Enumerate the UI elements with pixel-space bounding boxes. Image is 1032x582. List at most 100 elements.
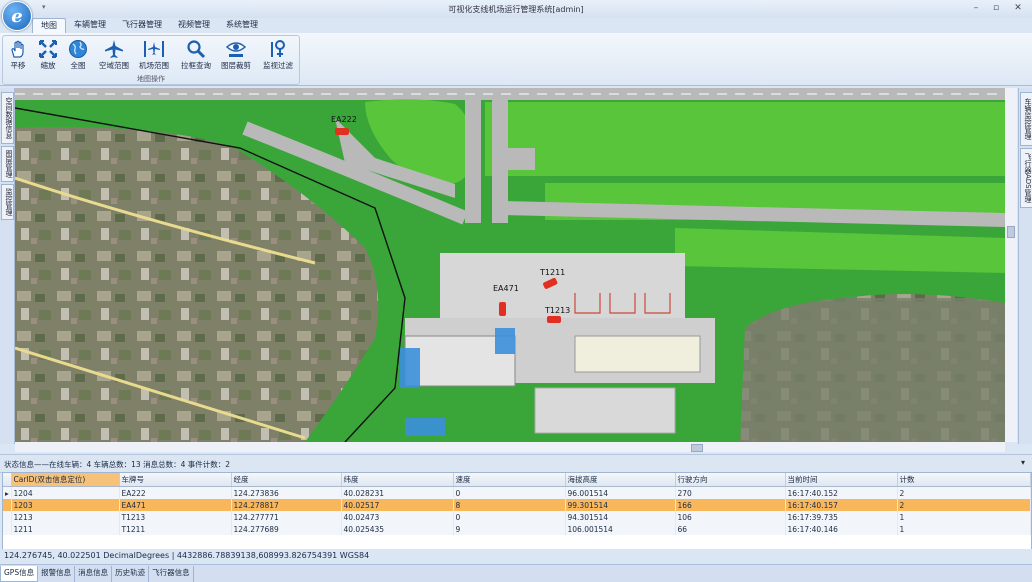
table-cell: 96.001514 [565, 486, 676, 499]
map-canvas[interactable]: EA222 T1211 EA471 T1213 [15, 88, 1005, 442]
gps-data-grid: CarID(双击信息定位) 车牌号 经度 纬度 速度 海拔高度 行驶方向 当前时… [2, 472, 1032, 550]
table-cell: 2 [897, 499, 1031, 511]
vehicle-label-t1211: T1211 [539, 268, 565, 277]
pan-button[interactable]: 平移 [5, 39, 31, 75]
coordinate-readout: 124.276745, 40.022501 DecimalDegrees | 4… [4, 551, 370, 560]
row-indicator[interactable]: ▸ [3, 486, 12, 499]
table-row[interactable]: ▸ 1204 EA222 124.273836 40.028231 0 96.001514 2… [3, 486, 1031, 499]
full-extent-button[interactable]: 全图 [65, 39, 91, 75]
side-tab-spatial-data[interactable]: 空间数据信息 [1, 92, 14, 144]
pin-icon[interactable]: ▾ [1021, 458, 1025, 467]
tab-alarm-info[interactable]: 报警信息 [38, 566, 76, 582]
satellite-area-right [735, 298, 1005, 442]
table-cell: 94.301514 [565, 511, 676, 523]
column-header-latitude[interactable]: 纬度 [341, 473, 454, 487]
tab-video-management[interactable]: 视频管理 [170, 18, 218, 33]
airport-range-icon [144, 41, 164, 57]
vehicle-label-t1213: T1213 [544, 306, 570, 315]
table-cell: 40.028231 [341, 486, 454, 499]
tab-vehicle-management[interactable]: 车辆管理 [66, 18, 114, 33]
vertical-scroll-thumb[interactable] [1007, 226, 1015, 238]
airport-range-button[interactable]: 机场范围 [137, 39, 171, 75]
side-tab-monitor-management[interactable]: 监控管理 [1, 184, 14, 220]
table-cell: 106.001514 [565, 523, 676, 535]
table-cell: 66 [675, 523, 786, 535]
zoom-button[interactable]: 缩放 [35, 39, 61, 75]
close-icon[interactable]: ✕ [1010, 2, 1026, 14]
monitor-filter-button[interactable]: 监视过滤 [261, 39, 295, 75]
table-cell: 99.301514 [565, 499, 676, 511]
map-view[interactable]: EA222 T1211 EA471 T1213 [15, 88, 1005, 442]
row-indicator-header [3, 473, 12, 487]
airspace-range-button[interactable]: 空域范围 [97, 39, 131, 75]
table-cell: T1213 [119, 511, 232, 523]
column-header-time[interactable]: 当前时间 [785, 473, 898, 487]
zoom-label: 缩放 [40, 61, 56, 70]
blue-structure-3 [405, 418, 445, 436]
filter-icon [271, 40, 285, 57]
globe-icon [69, 40, 87, 58]
row-indicator[interactable] [3, 511, 12, 523]
parking-lot [534, 387, 676, 434]
side-tab-aircraft-ads[interactable]: 飞行器ADS管理 [1020, 148, 1032, 208]
terminal-building [574, 335, 701, 373]
row-indicator[interactable] [3, 523, 12, 535]
blue-structure-1 [400, 348, 420, 388]
table-cell: 1213 [11, 511, 120, 523]
column-header-longitude[interactable]: 经度 [231, 473, 342, 487]
table-cell: 2 [897, 486, 1031, 499]
airspace-range-label: 空域范围 [99, 61, 129, 70]
table-cell: EA222 [119, 486, 232, 499]
table-cell: 0 [453, 486, 566, 499]
table-row[interactable]: 1213 T1213 124.277771 40.02473 0 94.301514 106… [3, 511, 1031, 523]
map-vertical-scrollbar[interactable] [1005, 88, 1017, 442]
column-header-plate[interactable]: 车牌号 [119, 473, 232, 487]
table-cell: 166 [675, 499, 786, 511]
table-cell: 0 [453, 511, 566, 523]
title-bar: ▾ 可视化支线机场运行管理系统[admin] – ▫ ✕ [0, 0, 1032, 18]
tab-map[interactable]: 地图 [32, 18, 66, 33]
table-cell: T1211 [119, 523, 232, 535]
layer-clip-button[interactable]: 图层裁剪 [219, 39, 253, 75]
box-query-label: 拉框查询 [181, 61, 211, 70]
table-cell: 1 [897, 523, 1031, 535]
table-cell: 40.025435 [341, 523, 454, 535]
table-cell: EA471 [119, 499, 232, 511]
tab-message-info[interactable]: 消息信息 [75, 566, 113, 582]
vehicle-label-ea222: EA222 [331, 115, 357, 124]
tab-aircraft-info[interactable]: 飞行器信息 [149, 566, 194, 582]
taxi-pad [505, 148, 535, 170]
table-cell: 8 [453, 499, 566, 511]
table-cell: 270 [675, 486, 786, 499]
horizontal-scroll-thumb[interactable] [691, 444, 703, 452]
table-cell: 1203 [11, 499, 120, 511]
magnifier-icon [187, 40, 206, 59]
side-tab-layer-management[interactable]: 图层管理 [1, 146, 14, 182]
column-header-heading[interactable]: 行驶方向 [675, 473, 786, 487]
column-header-altitude[interactable]: 海拔高度 [565, 473, 676, 487]
table-row[interactable]: 1203 EA471 124.278817 40.02517 8 99.301514 166… [3, 499, 1031, 511]
table-cell: 40.02517 [341, 499, 454, 511]
tab-gps-info[interactable]: GPS信息 [0, 566, 39, 582]
column-header-count[interactable]: 计数 [897, 473, 1031, 487]
column-header-speed[interactable]: 速度 [453, 473, 566, 487]
table-row[interactable]: 1211 T1211 124.277689 40.025435 9 106.001514 6… [3, 523, 1031, 535]
tab-system-management[interactable]: 系统管理 [218, 18, 266, 33]
column-header-carid[interactable]: CarID(双击信息定位) [11, 473, 120, 487]
table-cell: 124.278817 [231, 499, 342, 511]
box-query-button[interactable]: 拉框查询 [179, 39, 213, 75]
airport-range-label: 机场范围 [139, 61, 169, 70]
pan-label: 平移 [10, 61, 26, 70]
left-side-panel: 空间数据信息 图层管理 监控管理 [0, 88, 15, 444]
tab-aircraft-management[interactable]: 飞行器管理 [114, 18, 170, 33]
map-horizontal-scrollbar[interactable] [15, 442, 1005, 452]
minimize-icon[interactable]: – [968, 2, 984, 14]
app-logo-icon[interactable]: e [2, 1, 32, 31]
tab-history-track[interactable]: 历史轨迹 [112, 566, 150, 582]
full-extent-label: 全图 [70, 61, 86, 70]
table-cell: 16:17:40.146 [785, 523, 898, 535]
table-cell: 106 [675, 511, 786, 523]
maximize-icon[interactable]: ▫ [988, 2, 1004, 14]
side-tab-vehicle-monitor[interactable]: 车辆监控管理 [1020, 92, 1032, 146]
row-indicator[interactable] [3, 499, 12, 511]
